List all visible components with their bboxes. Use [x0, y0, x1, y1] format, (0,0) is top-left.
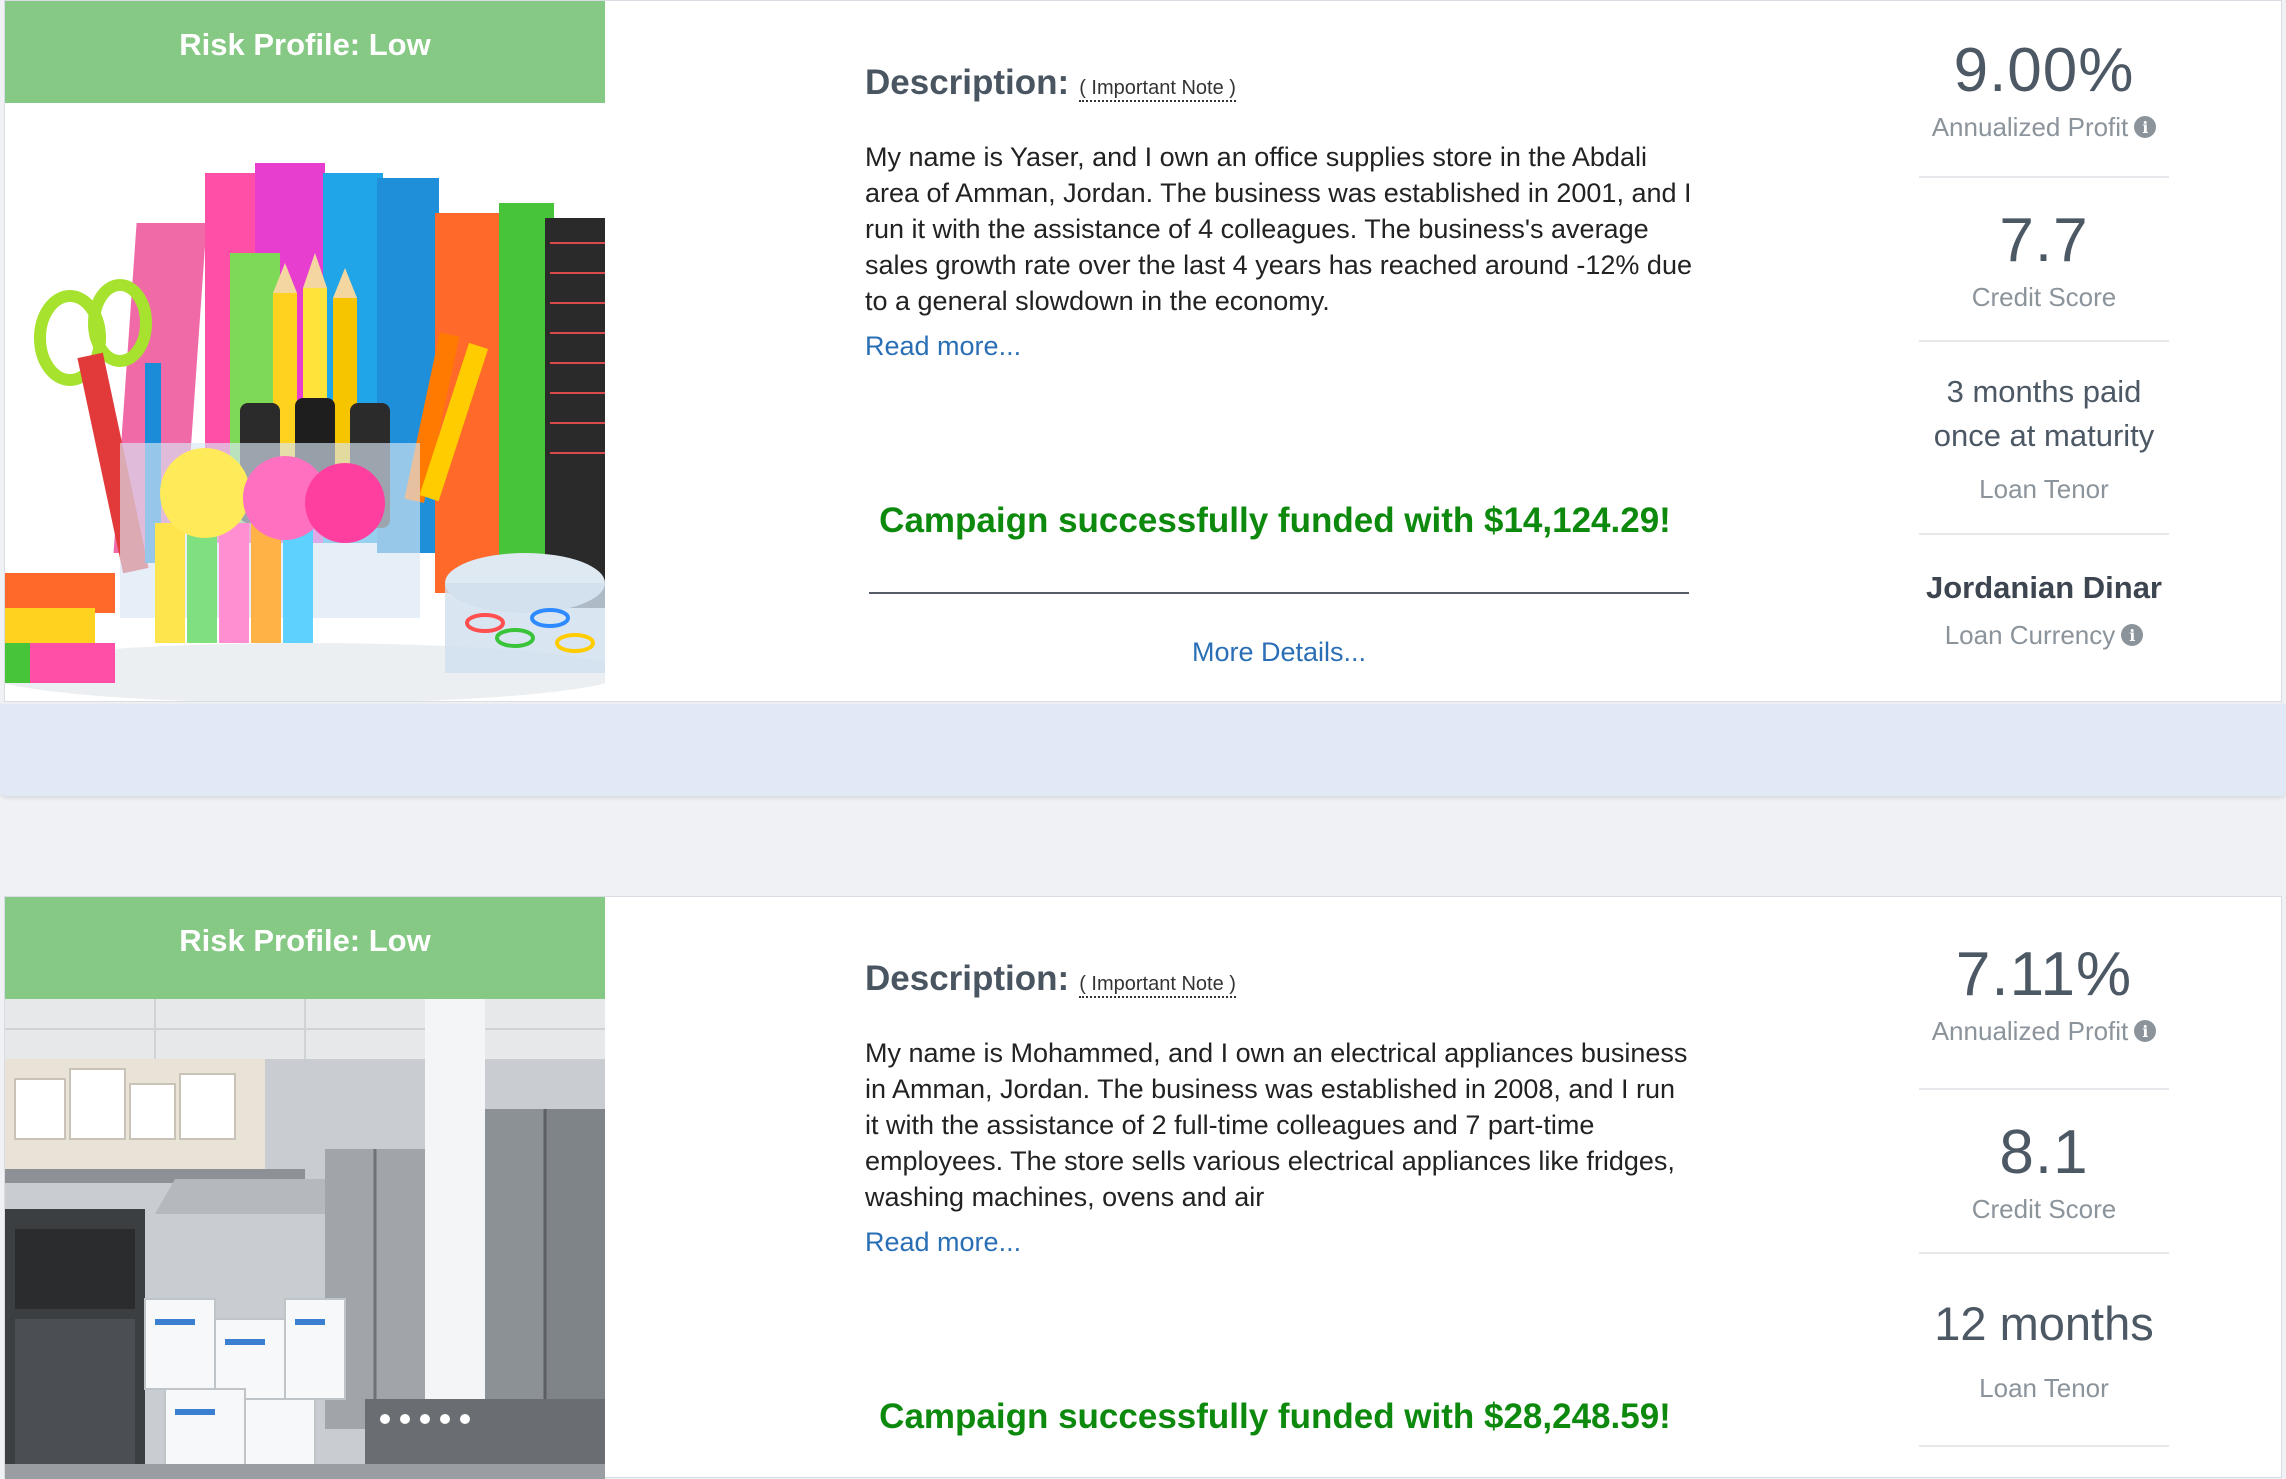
credit-score-stat: 7.7 Credit Score	[1919, 178, 2169, 342]
annualized-profit-stat: 7.11% Annualized Profit i	[1919, 897, 2169, 1090]
description-text: My name is Mohammed, and I own an electr…	[865, 1038, 1688, 1212]
loan-tenor-value: 3 months paid once at maturity	[1933, 374, 2155, 453]
loan-currency-stat: Jordanian Dinar Loan Currency i	[1919, 535, 2169, 685]
appliance-store-photo	[5, 999, 605, 1479]
description-title: Description:	[865, 63, 1070, 102]
description-block: Description: ( Important Note ) My name …	[865, 959, 1695, 1258]
risk-profile-badge: Risk Profile: Low	[5, 897, 605, 999]
annualized-profit-label: Annualized Profit	[1931, 1015, 2129, 1046]
credit-score-stat: 8.1 Credit Score	[1919, 1090, 2169, 1254]
description-title: Description:	[865, 959, 1070, 998]
important-note-link[interactable]: ( Important Note )	[1079, 972, 1236, 998]
credit-score-value: 8.1	[1999, 1118, 2089, 1187]
funded-message: Campaign successfully funded with $14,12…	[879, 501, 1671, 540]
loan-tenor-stat: 12 months Loan Tenor	[1919, 1254, 2169, 1447]
description-text: My name is Yaser, and I own an office su…	[865, 142, 1692, 316]
annualized-profit-value: 9.00%	[1953, 35, 2135, 105]
more-details-link[interactable]: More Details...	[869, 637, 1689, 668]
credit-score-label: Credit Score	[1971, 282, 2117, 312]
annualized-profit-label: Annualized Profit	[1931, 111, 2129, 142]
credit-score-value: 7.7	[1999, 206, 2089, 275]
loan-card: Risk Profile: Low Description: (Importa…	[4, 896, 2282, 1479]
loan-stats: 7.11% Annualized Profit i 8.1 Credit Sco…	[1919, 897, 2169, 1447]
risk-profile-badge: Risk Profile: Low	[5, 1, 605, 103]
info-icon[interactable]: i	[2134, 1020, 2157, 1042]
funded-message: Campaign successfully funded with $28,24…	[879, 1397, 1671, 1436]
loan-tenor-stat: 3 months paid once at maturity Loan Teno…	[1919, 342, 2169, 535]
info-icon[interactable]: i	[2121, 624, 2144, 646]
loan-card: Risk Profile: Low Description: (Importa…	[4, 0, 2282, 702]
office-supplies-photo	[5, 103, 605, 701]
info-icon[interactable]: i	[2134, 116, 2157, 138]
card-footer-band	[0, 704, 2286, 796]
divider	[869, 592, 1689, 594]
loan-currency-value: Jordanian Dinar	[1926, 569, 2162, 605]
loan-tenor-label: Loan Tenor	[1979, 1372, 2109, 1403]
important-note-link[interactable]: ( Important Note )	[1079, 76, 1236, 102]
description-block: Description: ( Important Note ) My name …	[865, 63, 1695, 362]
loan-tenor-value: 12 months	[1934, 1296, 2154, 1350]
credit-score-label: Credit Score	[1971, 1194, 2117, 1224]
annualized-profit-value: 7.11%	[1955, 939, 2133, 1009]
annualized-profit-stat: 9.00% Annualized Profit i	[1919, 1, 2169, 178]
loan-tenor-label: Loan Tenor	[1979, 474, 2109, 504]
loan-stats: 9.00% Annualized Profit i 7.7 Credit Sco…	[1919, 1, 2169, 685]
read-more-link[interactable]: Read more...	[865, 1227, 1695, 1258]
read-more-link[interactable]: Read more...	[865, 331, 1695, 362]
loan-currency-label: Loan Currency	[1944, 619, 2116, 650]
